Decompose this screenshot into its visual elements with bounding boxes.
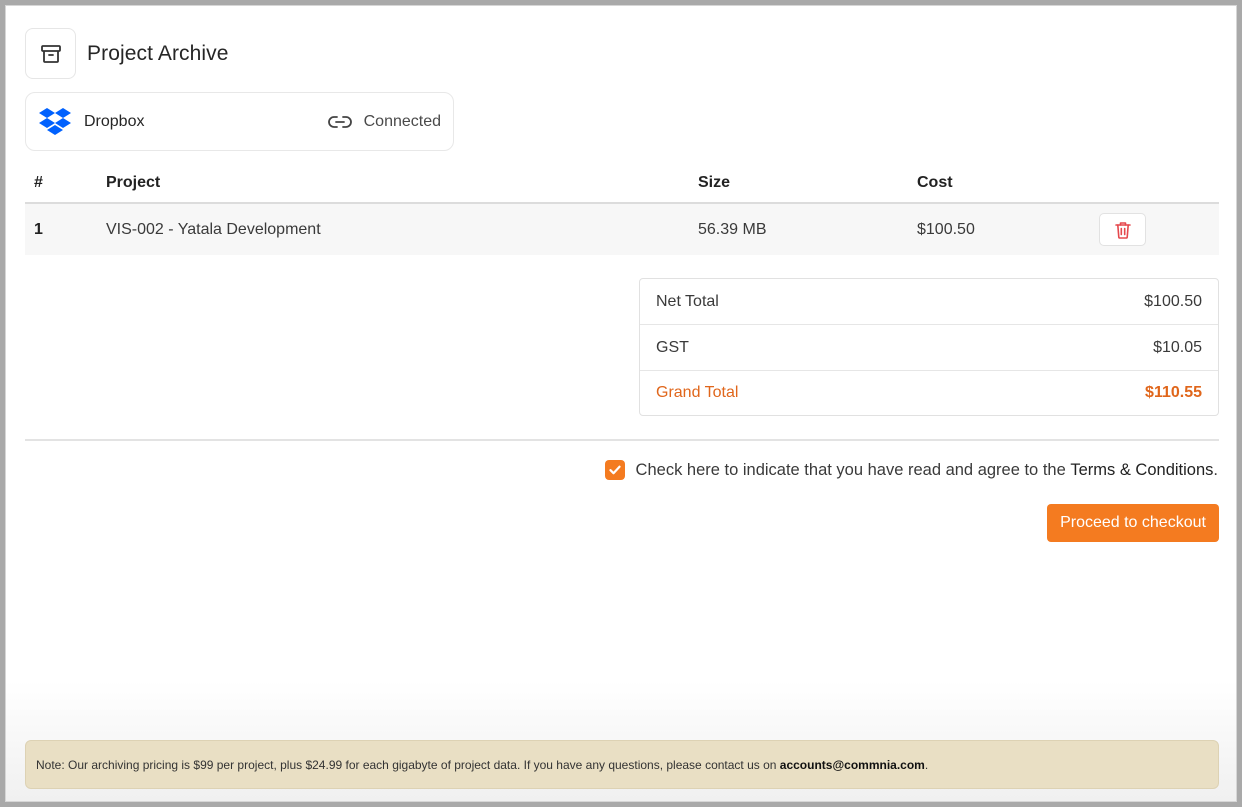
terms-suffix: . xyxy=(1213,460,1218,479)
archive-box-icon xyxy=(25,28,76,79)
link-icon xyxy=(327,115,352,129)
row-size: 56.39 MB xyxy=(698,220,767,238)
order-totals: Net Total $100.50 GST $10.05 Grand Total… xyxy=(639,278,1219,416)
dropbox-connection-card: Dropbox Connected xyxy=(25,92,454,151)
connection-status-text: Connected xyxy=(363,112,441,130)
pricing-note-suffix: . xyxy=(924,757,929,772)
column-header-cost: Cost xyxy=(917,174,953,191)
terms-checkbox[interactable] xyxy=(604,460,625,480)
gst-label: GST xyxy=(656,338,689,356)
gst-value: $10.05 xyxy=(1153,338,1202,356)
proceed-to-checkout-button[interactable]: Proceed to checkout xyxy=(1047,504,1219,542)
grand-total-label: Grand Total xyxy=(656,384,739,401)
grand-total-value: $110.55 xyxy=(1145,384,1202,401)
table-header: # Project Size Cost xyxy=(25,164,1219,204)
dropbox-logo-icon xyxy=(38,107,72,137)
section-divider xyxy=(25,439,1219,441)
row-cost: $100.50 xyxy=(917,220,975,238)
page-header: Project Archive xyxy=(25,28,229,79)
column-header-size: Size xyxy=(698,174,731,191)
table-row: 1 VIS-002 - Yatala Development 56.39 MB … xyxy=(25,204,1219,255)
projects-table: # Project Size Cost 1 VIS-002 - Yatala D… xyxy=(25,164,1219,255)
terms-agreement: Check here to indicate that you have rea… xyxy=(604,460,1218,480)
page-title: Project Archive xyxy=(87,41,229,65)
row-project-name: VIS-002 - Yatala Development xyxy=(106,220,321,238)
terms-text: Check here to indicate that you have rea… xyxy=(635,460,1071,479)
column-header-project: Project xyxy=(106,174,161,191)
column-header-number: # xyxy=(34,174,43,191)
contact-email-link[interactable]: accounts@commnia.com xyxy=(780,758,925,772)
delete-row-button[interactable] xyxy=(1099,213,1146,246)
pricing-note: Note: Our archiving pricing is $99 per p… xyxy=(25,740,1219,789)
pricing-note-text: Note: Our archiving pricing is $99 per p… xyxy=(36,757,780,772)
net-total-value: $100.50 xyxy=(1144,292,1202,310)
app-window: Project Archive Dropbox Connected # Proj… xyxy=(5,5,1237,802)
grand-total-row: Grand Total $110.55 xyxy=(640,371,1218,415)
gst-row: GST $10.05 xyxy=(640,325,1218,371)
connection-status: Connected xyxy=(327,112,441,131)
net-total-label: Net Total xyxy=(656,292,719,310)
net-total-row: Net Total $100.50 xyxy=(640,279,1218,325)
checkmark-icon xyxy=(608,465,621,475)
provider-name: Dropbox xyxy=(84,112,145,130)
row-number: 1 xyxy=(34,220,43,238)
trash-icon xyxy=(1114,221,1131,239)
terms-conditions-link[interactable]: Terms & Conditions xyxy=(1070,461,1213,480)
